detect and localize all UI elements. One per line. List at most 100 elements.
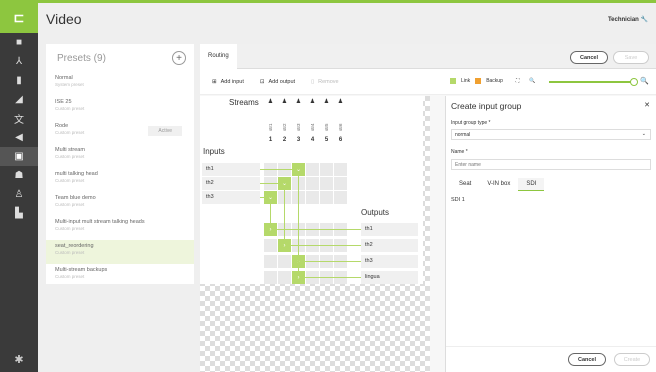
- stream-column-header[interactable]: ♟ str4 4: [306, 98, 319, 143]
- stream-column-header[interactable]: ♟ str2 2: [278, 98, 291, 143]
- stream-name: str1: [268, 123, 273, 131]
- input-row-label[interactable]: th2: [202, 177, 260, 190]
- app-logo[interactable]: ⊏: [0, 3, 38, 33]
- save-button[interactable]: Save: [613, 51, 649, 64]
- stream-column-header[interactable]: ♟ str1 1: [264, 98, 277, 143]
- output-row-label[interactable]: th3: [361, 255, 418, 269]
- matrix-cell[interactable]: [320, 177, 333, 190]
- matrix-cell[interactable]: [264, 255, 277, 269]
- tab-vin-box[interactable]: V-IN box: [479, 178, 518, 191]
- matrix-cell[interactable]: [278, 255, 291, 269]
- input-row-label[interactable]: th3: [202, 191, 260, 204]
- close-icon[interactable]: ✕: [644, 101, 650, 109]
- stream-name: str6: [338, 123, 343, 131]
- route-line: [284, 190, 285, 240]
- network-icon[interactable]: ■: [0, 33, 38, 52]
- stream-column-header[interactable]: ♟ str6 6: [334, 98, 347, 143]
- seat-icon[interactable]: ♙: [0, 185, 38, 204]
- matrix-cell[interactable]: [306, 191, 319, 204]
- output-row-label[interactable]: lingua: [361, 271, 418, 285]
- fit-screen-icon[interactable]: ⛶: [516, 78, 520, 84]
- output-link-check[interactable]: ›: [292, 271, 305, 285]
- matrix-cell[interactable]: [306, 177, 319, 190]
- output-link-check[interactable]: ›: [278, 239, 291, 253]
- preset-item[interactable]: multi talking head Custom preset: [46, 168, 194, 192]
- routing-area: Routing Cancel Save ⊞ Add input ⊡ Add outp…: [200, 43, 656, 372]
- preset-item[interactable]: Normal System preset: [46, 72, 194, 96]
- group-icon[interactable]: ☗: [0, 166, 38, 185]
- type-value: normal: [455, 132, 471, 138]
- preset-type: Custom preset: [55, 226, 85, 231]
- input-row-label[interactable]: th1: [202, 163, 260, 176]
- stream-name: str5: [324, 123, 329, 131]
- input-link-check[interactable]: ⌄: [264, 191, 277, 204]
- hierarchy-icon[interactable]: ⅄: [0, 52, 38, 71]
- routing-tabbar: Routing Cancel Save: [200, 43, 656, 69]
- name-input[interactable]: [451, 159, 651, 170]
- link-swatch: [450, 78, 456, 84]
- output-link-check[interactable]: ›: [264, 223, 277, 236]
- tab-seat[interactable]: Seat: [451, 178, 479, 191]
- preset-item[interactable]: Multi stream Custom preset: [46, 144, 194, 168]
- preset-item[interactable]: ISE 25 Custom preset: [46, 96, 194, 120]
- battery-icon[interactable]: ▮: [0, 71, 38, 90]
- matrix-cell[interactable]: [334, 163, 347, 176]
- remove-button[interactable]: ▯ Remove: [311, 79, 339, 85]
- create-input-group-panel: Create input group ✕ Input group type * …: [445, 96, 656, 372]
- preset-type: Custom preset: [55, 106, 85, 111]
- matrix-cell[interactable]: [334, 191, 347, 204]
- preset-item[interactable]: Rode Custom preset Active: [46, 120, 194, 144]
- outputs-label: Outputs: [361, 208, 390, 217]
- tab-routing[interactable]: Routing: [200, 43, 237, 69]
- sdi-item[interactable]: SDI 1: [451, 197, 465, 203]
- stream-column-header[interactable]: ♟ str3 3: [292, 98, 305, 143]
- matrix-cell[interactable]: [264, 271, 277, 285]
- zoom-out-icon[interactable]: 🔍: [529, 78, 535, 84]
- preset-type: System preset: [55, 82, 84, 87]
- user-menu[interactable]: Technician 🔧: [608, 16, 648, 23]
- matrix-cell[interactable]: [320, 191, 333, 204]
- cancel-button[interactable]: Cancel: [570, 51, 608, 64]
- zoom-in-icon[interactable]: 🔍: [640, 77, 649, 85]
- input-link-check[interactable]: ⌄: [278, 177, 291, 190]
- preset-name: Multi-stream backups: [55, 267, 108, 273]
- stream-icon: ♟: [267, 99, 274, 105]
- stream-number: 1: [268, 137, 273, 143]
- output-row-label[interactable]: th2: [361, 239, 418, 253]
- signal-icon[interactable]: ◢: [0, 90, 38, 109]
- matrix-cell[interactable]: [306, 163, 319, 176]
- stream-number: 3: [296, 137, 301, 143]
- preset-type: Custom preset: [55, 202, 85, 207]
- matrix-cell[interactable]: [264, 239, 277, 253]
- preset-item[interactable]: Multi-stream backups Custom preset: [46, 264, 194, 288]
- matrix-cell[interactable]: [278, 271, 291, 285]
- streams-label: Streams: [229, 98, 259, 107]
- panel-cancel-button[interactable]: Cancel: [568, 353, 606, 366]
- document-icon[interactable]: ▙: [0, 204, 38, 223]
- matrix-cell[interactable]: [320, 163, 333, 176]
- video-icon[interactable]: ▣: [0, 147, 38, 166]
- input-link-check[interactable]: ⌄: [292, 163, 305, 176]
- panel-title: Create input group: [451, 101, 522, 111]
- translate-icon[interactable]: 文: [0, 109, 38, 128]
- matrix-cell[interactable]: [334, 177, 347, 190]
- stream-column-header[interactable]: ♟ str5 5: [320, 98, 333, 143]
- create-button[interactable]: Create: [614, 353, 650, 366]
- add-preset-button[interactable]: +: [172, 51, 186, 65]
- zoom-slider-knob[interactable]: [630, 78, 638, 86]
- preset-item[interactable]: seat_reordering Custom preset: [46, 240, 194, 264]
- preset-item[interactable]: Multi-input mult stream talking heads Cus…: [46, 216, 194, 240]
- output-row-label[interactable]: th1: [361, 223, 418, 236]
- add-output-button[interactable]: ⊡ Add output: [260, 79, 295, 85]
- zoom-slider[interactable]: [549, 78, 638, 86]
- speaker-icon[interactable]: ◀: [0, 128, 38, 147]
- stream-number: 4: [310, 137, 315, 143]
- link-label: Link: [461, 78, 471, 84]
- route-line: [260, 183, 278, 184]
- stream-name: str2: [282, 123, 287, 131]
- gear-icon[interactable]: ✱: [0, 353, 38, 366]
- preset-item[interactable]: Team blue demo Custom preset: [46, 192, 194, 216]
- input-group-type-select[interactable]: normal ⌄: [451, 129, 651, 140]
- tab-sdi[interactable]: SDI: [518, 178, 545, 191]
- add-input-button[interactable]: ⊞ Add input: [212, 79, 244, 85]
